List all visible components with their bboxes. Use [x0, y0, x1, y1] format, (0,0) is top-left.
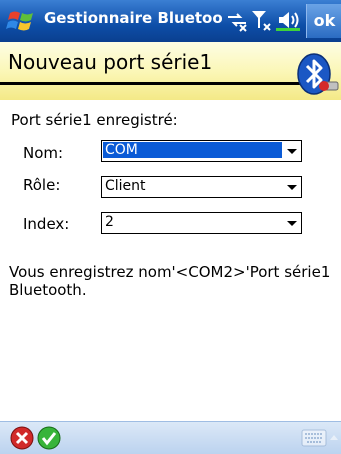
info-message: Vous enregistrez nom'<COM2>'Port série1 …: [9, 263, 331, 299]
confirm-icon[interactable]: [37, 426, 61, 450]
chevron-down-icon[interactable]: [283, 213, 301, 233]
signal-icon[interactable]: [250, 8, 274, 32]
connectivity-icon[interactable]: [225, 8, 249, 32]
keyboard-icon[interactable]: [301, 429, 327, 447]
page-title: Nouveau port série1: [8, 50, 213, 74]
chevron-down-icon[interactable]: [283, 141, 301, 161]
role-value: Client: [105, 178, 146, 194]
nom-value: COM: [103, 142, 282, 158]
app-title: Gestionnaire Bluetoo: [44, 9, 223, 27]
field-label-nom: Nom:: [23, 144, 64, 162]
bottom-bar: [0, 421, 341, 454]
ok-button[interactable]: ok: [306, 4, 341, 38]
cancel-icon[interactable]: [10, 426, 34, 450]
title-bar: Gestionnaire Bluetoo ok: [0, 0, 341, 42]
bluetooth-icon: [297, 53, 339, 95]
chevron-down-icon[interactable]: [283, 177, 301, 197]
role-select[interactable]: Client: [101, 176, 302, 198]
index-value: 2: [105, 214, 114, 230]
header-divider: [0, 82, 300, 85]
windows-start-icon[interactable]: [6, 7, 36, 35]
nom-select[interactable]: COM: [101, 140, 302, 162]
index-select[interactable]: 2: [101, 212, 302, 234]
field-label-index: Index:: [23, 215, 70, 233]
volume-icon[interactable]: [276, 8, 300, 32]
chevron-up-icon[interactable]: [329, 431, 339, 445]
field-label-role: Rôle:: [23, 176, 61, 194]
section-label: Port série1 enregistré:: [11, 111, 178, 129]
